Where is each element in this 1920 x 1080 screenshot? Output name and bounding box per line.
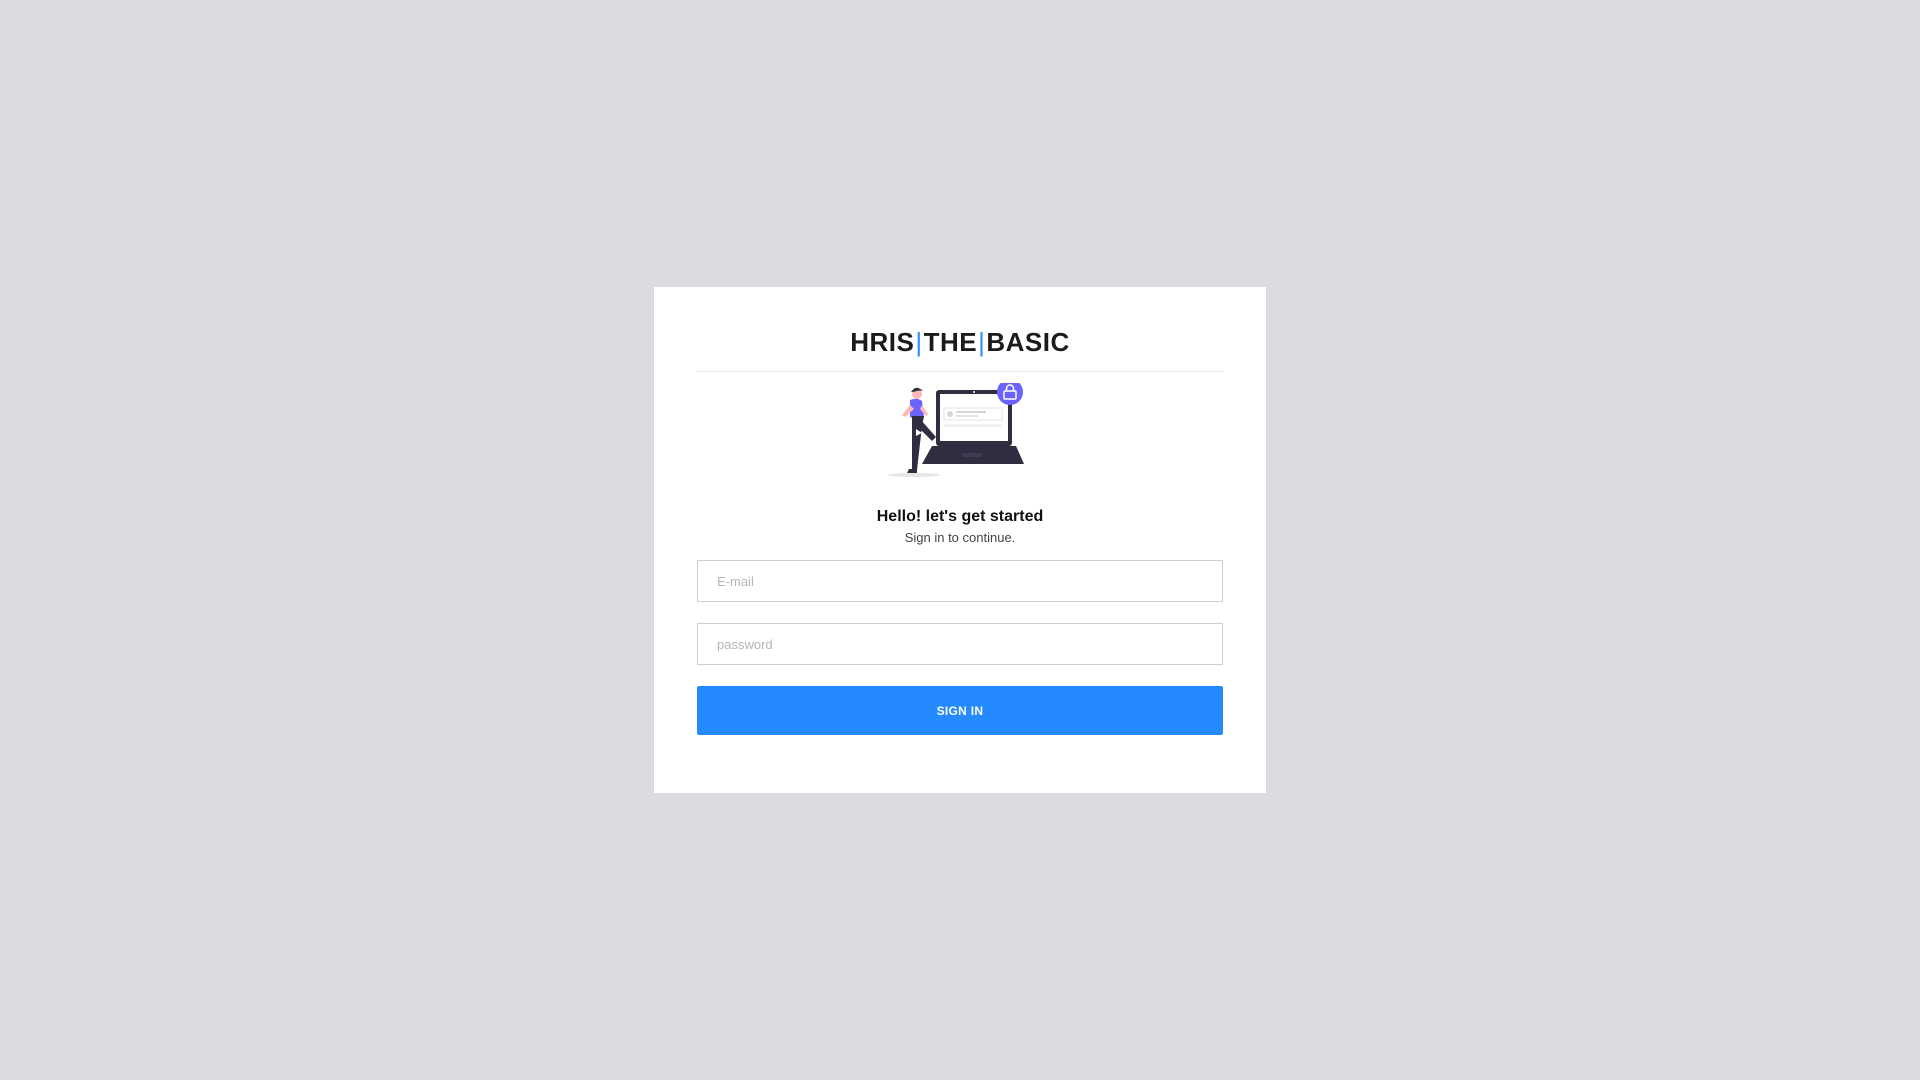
brand-logo: HRIS|THE|BASIC	[697, 325, 1223, 359]
greeting-heading: Hello! let's get started	[876, 508, 1044, 525]
email-input[interactable]	[697, 560, 1223, 602]
brand-separator: |	[978, 327, 986, 357]
password-input[interactable]	[697, 623, 1223, 665]
brand-part-hris: HRIS	[850, 327, 915, 357]
signin-subtitle: Sign in to continue.	[904, 530, 1016, 545]
brand-separator: |	[915, 327, 923, 357]
login-card: HRIS|THE|BASIC Hello! let's get started …	[654, 287, 1266, 793]
header-divider	[697, 371, 1223, 372]
sign-in-button[interactable]: SIGN IN	[697, 686, 1223, 735]
brand-part-the: THE	[923, 327, 978, 357]
brand-part-basic: BASIC	[986, 327, 1070, 357]
login-illustration	[888, 383, 1024, 477]
